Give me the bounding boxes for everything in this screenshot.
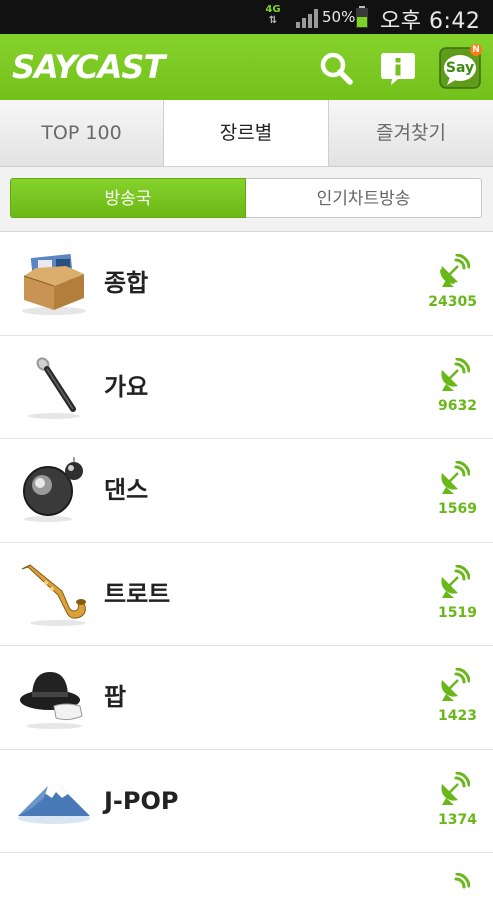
- satellite-dish-icon: [440, 254, 470, 287]
- app-bar: SAYCAST Say N: [0, 34, 493, 100]
- satellite-dish-icon: [441, 668, 470, 701]
- genre-row-dance[interactable]: 댄스 1569: [0, 439, 493, 543]
- station-count: 1374: [438, 811, 477, 828]
- microphone-icon: [28, 356, 80, 419]
- station-count: 1519: [438, 604, 477, 621]
- signal-strength-icon: [296, 9, 318, 28]
- tab-bar: TOP 100 장르별 즐겨찾기: [0, 100, 493, 167]
- say-chat-label: Say: [445, 60, 475, 76]
- data-activity-icon: ⇅: [268, 15, 278, 26]
- satellite-dish-icon: [441, 461, 470, 494]
- satellite-dish-icon: [441, 357, 470, 391]
- satellite-dish-icon: [441, 771, 470, 805]
- mount-fuji-icon: [18, 785, 90, 824]
- genre-name: 종합: [104, 269, 149, 297]
- satellite-dish-icon: [441, 564, 470, 598]
- segment-popular-chart[interactable]: 인기차트방송: [246, 178, 482, 218]
- tab-genre[interactable]: 장르별: [164, 100, 328, 166]
- station-count: 24305: [428, 294, 477, 310]
- say-badge: N: [472, 45, 480, 55]
- box-of-albums-icon: [22, 253, 86, 315]
- genre-name: 댄스: [104, 476, 149, 504]
- tab-favorites[interactable]: 즐겨찾기: [328, 100, 493, 166]
- network-indicator: 4G ⇅: [263, 4, 283, 30]
- station-count: 1569: [438, 501, 477, 517]
- station-count: 1423: [438, 708, 477, 724]
- genre-name: 팝: [104, 683, 127, 711]
- segment-stations[interactable]: 방송국: [10, 178, 246, 218]
- genre-row-kpop[interactable]: 가요 9632: [0, 335, 493, 439]
- battery-icon: [356, 6, 368, 28]
- fedora-hat-icon: [20, 672, 83, 729]
- info-icon[interactable]: [378, 48, 418, 88]
- search-icon[interactable]: [316, 48, 356, 88]
- genre-list: 종합 24305 가요 9632 댄스 1569 트로트 1519 팝 1423…: [0, 232, 493, 893]
- genre-row-jpop[interactable]: J-POP 1374: [0, 749, 493, 853]
- genre-name: 가요: [104, 372, 149, 401]
- clock: 오후 6:42: [380, 9, 481, 34]
- tab-top100[interactable]: TOP 100: [0, 100, 164, 166]
- genre-row-next-partial[interactable]: [0, 853, 493, 893]
- status-bar: 4G ⇅ 50% 오후 6:42: [0, 0, 493, 34]
- satellite-dish-icon: [454, 873, 470, 889]
- app-logo: SAYCAST: [12, 48, 165, 86]
- genre-row-trot[interactable]: 트로트 1519: [0, 542, 493, 646]
- genre-row-general[interactable]: 종합 24305: [0, 232, 493, 336]
- saxophone-icon: [21, 563, 86, 626]
- say-chat-button[interactable]: Say N: [438, 44, 482, 90]
- genre-name: J-POP: [104, 786, 179, 815]
- network-type: 4G: [265, 4, 281, 15]
- station-count: 9632: [438, 397, 477, 414]
- disco-ball-icon: [23, 457, 83, 522]
- battery-percent: 50%: [322, 8, 356, 26]
- segment-bar: 방송국 인기차트방송: [0, 167, 493, 232]
- genre-row-pop[interactable]: 팝 1423: [0, 646, 493, 750]
- genre-name: 트로트: [104, 579, 171, 608]
